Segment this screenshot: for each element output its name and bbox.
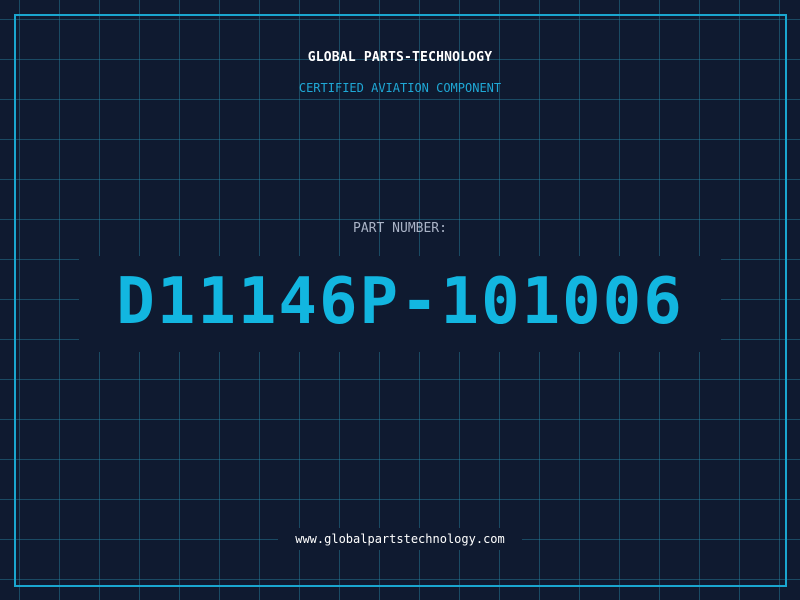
certification-subtitle: CERTIFIED AVIATION COMPONENT	[298, 81, 502, 95]
part-number-value: D11146P-101006	[116, 265, 684, 339]
part-card: GLOBAL PARTS-TECHNOLOGY CERTIFIED AVIATI…	[0, 0, 800, 600]
website-url: www.globalpartstechnology.com	[295, 532, 505, 546]
part-number-panel: D11146P-101006	[79, 256, 721, 352]
website-panel: www.globalpartstechnology.com	[278, 528, 522, 550]
company-name: GLOBAL PARTS-TECHNOLOGY	[307, 50, 493, 65]
part-number-label: PART NUMBER:	[353, 221, 447, 236]
